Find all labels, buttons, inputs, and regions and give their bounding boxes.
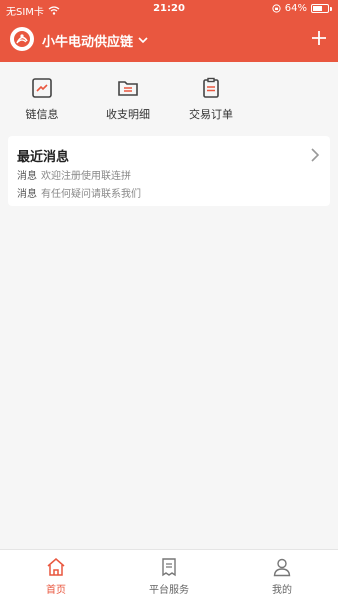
chart-icon xyxy=(32,78,52,98)
tab-mine[interactable]: 我的 xyxy=(242,557,322,596)
recent-messages-card[interactable]: 最近消息 消息 欢迎注册使用联连拼 消息 有任何疑问请联系我们 xyxy=(8,136,330,206)
status-right: 64% xyxy=(272,3,332,14)
message-text: 有任何疑问请联系我们 xyxy=(41,189,141,200)
app-logo xyxy=(10,27,34,51)
plus-icon[interactable] xyxy=(311,30,327,46)
battery-icon xyxy=(311,4,332,13)
recent-messages-title: 最近消息 xyxy=(17,150,70,165)
message-text: 欢迎注册使用联连拼 xyxy=(41,171,131,182)
status-bar: 无SIM卡 21:20 64% xyxy=(0,0,338,18)
folder-list-icon xyxy=(118,81,138,96)
chevron-right-icon[interactable] xyxy=(310,148,320,162)
tab-home[interactable]: 首页 xyxy=(16,557,96,596)
app-header: 小牛电动供应链 xyxy=(0,18,338,62)
tab-label: 我的 xyxy=(272,585,292,596)
quick-action-label: 收支明细 xyxy=(106,108,150,121)
quick-action-label: 链信息 xyxy=(25,108,59,121)
supply-chain-selector[interactable]: 小牛电动供应链 xyxy=(42,31,148,50)
message-item[interactable]: 消息 有任何疑问请联系我们 xyxy=(17,185,141,200)
quick-action-label: 交易订单 xyxy=(189,108,233,121)
logo-icon xyxy=(14,31,30,47)
user-icon xyxy=(273,558,291,577)
message-item[interactable]: 消息 欢迎注册使用联连拼 xyxy=(17,167,131,182)
tab-label: 首页 xyxy=(46,585,66,596)
page-title: 小牛电动供应链 xyxy=(42,35,134,50)
bottom-tab-bar: 首页 平台服务 我的 xyxy=(0,549,338,600)
message-tag: 消息 xyxy=(17,171,37,182)
quick-actions: 链信息 收支明细 交易订单 xyxy=(0,62,338,124)
chevron-down-icon xyxy=(138,37,148,44)
document-icon xyxy=(162,558,176,577)
home-icon xyxy=(47,558,65,576)
quick-action-income-expense[interactable]: 收支明细 xyxy=(88,76,168,122)
message-tag: 消息 xyxy=(17,189,37,200)
clipboard-icon xyxy=(203,77,219,98)
tab-label: 平台服务 xyxy=(149,585,189,596)
rotation-lock-icon xyxy=(272,4,281,13)
battery-percent: 64% xyxy=(284,3,307,14)
tab-platform-services[interactable]: 平台服务 xyxy=(129,557,209,596)
quick-action-orders[interactable]: 交易订单 xyxy=(171,76,251,122)
quick-action-chain-info[interactable]: 链信息 xyxy=(2,76,82,122)
